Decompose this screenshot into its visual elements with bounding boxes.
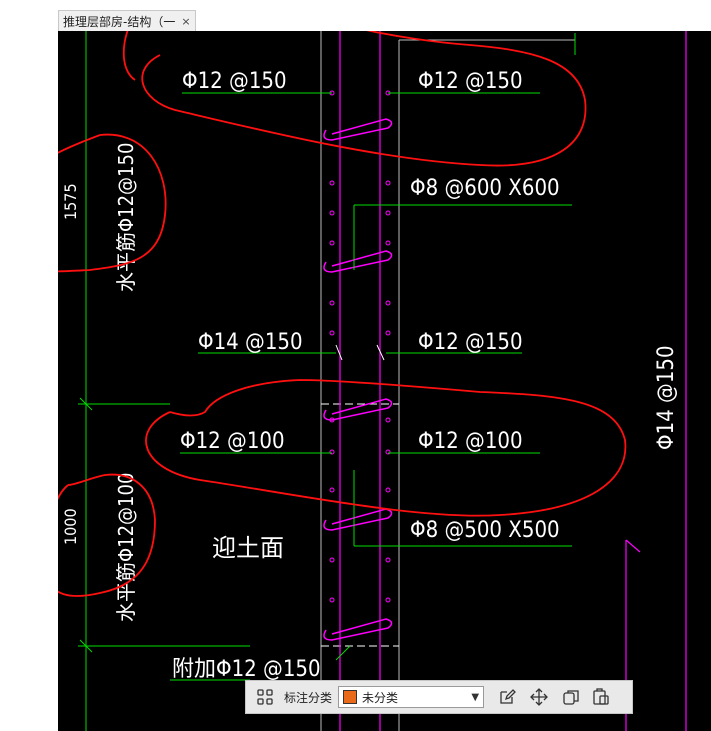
paste-icon[interactable] — [590, 686, 612, 708]
label-mid-left: Φ14 @150 — [198, 330, 303, 355]
copy-icon[interactable] — [560, 686, 582, 708]
label-lower-left: Φ12 @100 — [180, 429, 285, 454]
move-icon[interactable] — [528, 686, 550, 708]
drawing-canvas[interactable]: Φ12 @150 Φ12 @150 Φ8 @600 X600 Φ14 @150 … — [58, 31, 711, 731]
red-markup — [58, 31, 627, 597]
label-dim-upper: 1575 — [61, 183, 80, 220]
toolbar-label: 标注分类 — [284, 690, 333, 705]
grid-icon[interactable] — [254, 686, 276, 708]
label-horiz-upper: 水平筋Φ12@150 — [114, 143, 138, 292]
label-top-left: Φ12 @150 — [182, 69, 287, 94]
cad-drawing: Φ12 @150 Φ12 @150 Φ8 @600 X600 Φ14 @150 … — [58, 31, 687, 731]
label-top-right: Φ12 @150 — [418, 69, 523, 94]
tab-bar: 推理层部房-结构（一 × — [0, 0, 711, 31]
category-value: 未分类 — [362, 690, 399, 705]
chevron-down-icon: ▼ — [471, 691, 480, 703]
tab-close-icon[interactable]: × — [181, 15, 190, 28]
tab-title: 推理层部房-结构（一 — [63, 14, 176, 29]
label-horiz-lower: 水平筋Φ12@100 — [114, 473, 138, 622]
document-tab[interactable]: 推理层部房-结构（一 × — [58, 10, 196, 31]
label-soil-face: 迎土面 — [212, 534, 284, 562]
annotation-toolbar: 标注分类 未分类 ▼ — [245, 680, 633, 714]
label-right-vertical: Φ14 @150 — [654, 345, 679, 450]
edit-icon[interactable] — [496, 686, 518, 708]
label-additional: 附加Φ12 @150 — [172, 657, 321, 682]
label-tie-upper: Φ8 @600 X600 — [410, 176, 560, 201]
category-select[interactable]: 未分类 ▼ — [338, 686, 485, 708]
label-dim-lower: 1000 — [61, 508, 80, 545]
category-color-swatch — [343, 690, 358, 704]
label-mid-right: Φ12 @150 — [418, 330, 523, 355]
label-tie-lower: Φ8 @500 X500 — [410, 518, 560, 543]
label-lower-right: Φ12 @100 — [418, 429, 523, 454]
